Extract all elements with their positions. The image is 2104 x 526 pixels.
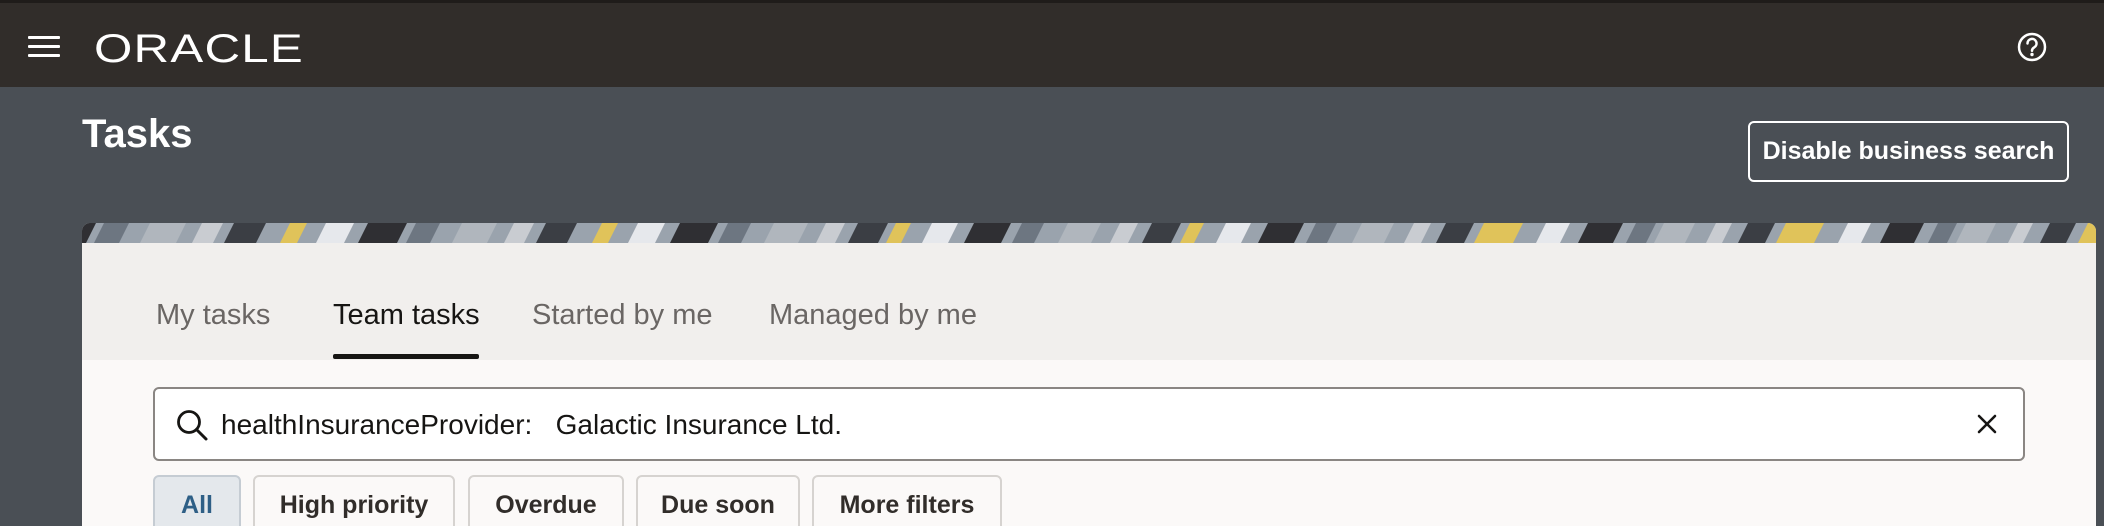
filter-chip-all[interactable]: All	[153, 475, 241, 526]
decorative-banner	[82, 223, 2096, 243]
svg-text:ORACLE: ORACLE	[94, 27, 304, 69]
help-icon[interactable]	[2016, 31, 2048, 63]
task-filter-area: healthInsuranceProvider: Galactic Insura…	[82, 360, 2096, 526]
filter-chip-due-soon[interactable]: Due soon	[636, 475, 800, 526]
close-icon[interactable]	[1975, 412, 1999, 436]
tab-team-tasks[interactable]: Team tasks	[333, 299, 480, 332]
filter-chip-overdue[interactable]: Overdue	[468, 475, 624, 526]
filter-chip-high-priority[interactable]: High priority	[253, 475, 455, 526]
search-input[interactable]: healthInsuranceProvider: Galactic Insura…	[153, 387, 2025, 461]
tab-started-by-me[interactable]: Started by me	[532, 299, 713, 332]
search-query-text: healthInsuranceProvider: Galactic Insura…	[221, 409, 843, 440]
tasks-card: My tasks Team tasks Started by me Manage…	[82, 223, 2096, 526]
search-icon	[177, 410, 208, 441]
disable-business-search-button[interactable]: Disable business search	[1748, 121, 2069, 182]
active-tab-indicator	[333, 354, 479, 359]
hamburger-menu-icon[interactable]	[28, 36, 60, 58]
oracle-logo: ORACLE	[94, 27, 304, 69]
tab-bar: My tasks Team tasks Started by me Manage…	[82, 243, 2096, 360]
tab-managed-by-me[interactable]: Managed by me	[769, 299, 977, 332]
page-title: Tasks	[82, 112, 193, 156]
filter-chip-more-filters[interactable]: More filters	[812, 475, 1002, 526]
tab-my-tasks[interactable]: My tasks	[156, 299, 270, 332]
top-navigation-bar: ORACLE	[0, 0, 2104, 87]
